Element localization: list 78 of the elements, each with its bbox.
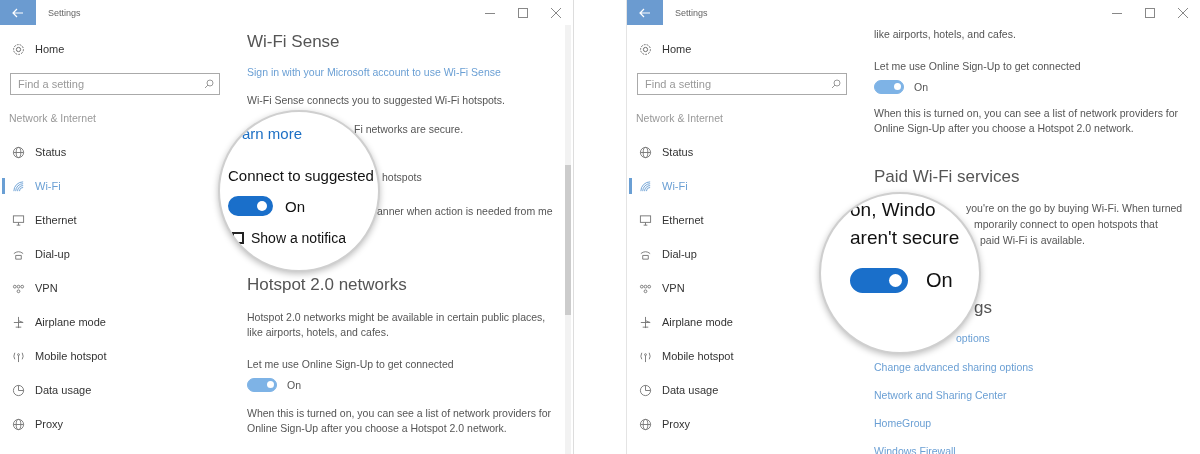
scrollbar[interactable]: [565, 25, 571, 454]
section-heading: Wi-Fi Sense: [247, 31, 340, 53]
description-text: like airports, hotels, and cafes.: [874, 28, 1016, 40]
description-text: When this is turned on, you can see a list of network providers for Online Sign-Up after you choose a Hotspot 2.0 network.: [247, 406, 553, 436]
gear-icon: [12, 42, 25, 56]
description-text: Hotspot 2.0 networks might be available in certain public places, like airports, hotels, and cafes.: [247, 310, 547, 340]
description-text: anner when action is needed from me: [377, 205, 553, 217]
airplane-icon: [639, 315, 652, 329]
nav-item[interactable]: Proxy: [627, 407, 691, 441]
maximize-icon[interactable]: [518, 7, 528, 18]
globe-icon: [12, 145, 25, 159]
description-text: hotspots: [382, 171, 422, 183]
magnified-text: aren't secure: [850, 227, 960, 248]
description-text: Wi-Fi Sense connects you to suggested Wi-Fi hotspots.: [247, 94, 505, 106]
toggle-state: On: [285, 197, 305, 215]
magnified-text: Connect to suggested: [228, 167, 374, 184]
toggle-switch[interactable]: [228, 196, 273, 216]
toggle-switch[interactable]: [850, 268, 908, 293]
nav-item[interactable]: Data usage: [627, 373, 719, 407]
gear-icon: [639, 42, 652, 56]
nav-item[interactable]: Ethernet: [627, 203, 704, 237]
nav-item[interactable]: VPN: [0, 271, 58, 305]
description-text: Let me use Online Sign-Up to get connected: [247, 358, 454, 370]
pie-chart-icon: [639, 383, 652, 397]
section-heading: Paid Wi-Fi services: [874, 166, 1020, 188]
description-text: you're on the go by buying Wi-Fi. When turned: [966, 202, 1183, 214]
description-text: Fi networks are secure.: [354, 123, 464, 135]
globe-icon: [639, 417, 652, 431]
toggle-state: On: [287, 379, 301, 391]
nav-item[interactable]: Status: [0, 135, 67, 169]
back-button[interactable]: [0, 0, 36, 25]
nav-item[interactable]: Mobile hotspot: [627, 339, 734, 373]
search-icon: [831, 79, 841, 89]
nav-item[interactable]: Ethernet: [0, 203, 77, 237]
toggle-state: On: [914, 81, 928, 93]
checkbox-label: Show a notifica: [251, 230, 346, 246]
back-arrow-icon: [12, 7, 24, 18]
back-button[interactable]: [627, 0, 663, 25]
section-label: Network & Internet: [636, 111, 723, 126]
maximize-icon[interactable]: [1145, 7, 1155, 18]
nav-item[interactable]: Status: [627, 135, 694, 169]
nav-item[interactable]: Dial-up: [0, 237, 70, 271]
home-nav-item[interactable]: Home: [0, 38, 65, 60]
airplane-icon: [12, 315, 25, 329]
nav-item[interactable]: Proxy: [0, 407, 64, 441]
description-text: Let me use Online Sign-Up to get connected: [874, 60, 1081, 72]
window-title: Settings: [675, 7, 708, 18]
close-icon[interactable]: [551, 7, 561, 18]
nav-item[interactable]: Dial-up: [627, 237, 697, 271]
toggle-switch[interactable]: [247, 378, 277, 392]
description-text: mporarily connect to open hotspots that: [974, 218, 1158, 230]
window-title: Settings: [48, 7, 81, 18]
section-label: Network & Internet: [9, 111, 96, 126]
section-heading: gs: [974, 297, 992, 319]
nav-item[interactable]: Mobile hotspot: [0, 339, 107, 373]
monitor-icon: [639, 213, 652, 227]
home-nav-item[interactable]: Home: [627, 38, 692, 60]
wifi-icon: [639, 179, 652, 193]
search-field[interactable]: Find a setting: [10, 73, 220, 95]
search-field[interactable]: Find a setting: [637, 73, 847, 95]
globe-icon: [12, 417, 25, 431]
close-icon[interactable]: [1178, 7, 1188, 18]
section-heading: Hotspot 2.0 networks: [247, 274, 407, 296]
description-text: paid Wi-Fi is available.: [980, 234, 1086, 246]
nav-item[interactable]: Airplane mode: [0, 305, 106, 339]
description-text: When this is turned on, you can see a list of network providers for Online Sign-Up after you choose a Hotspot 2.0 network.: [874, 106, 1180, 136]
nav-item[interactable]: Airplane mode: [627, 305, 733, 339]
globe-icon: [639, 145, 652, 159]
monitor-icon: [12, 213, 25, 227]
back-arrow-icon: [639, 7, 651, 18]
nav-item[interactable]: Data usage: [0, 373, 92, 407]
nav-item[interactable]: VPN: [627, 271, 685, 305]
wifi-icon: [12, 179, 25, 193]
toggle-state: On: [926, 269, 953, 292]
pie-chart-icon: [12, 383, 25, 397]
toggle-switch[interactable]: [874, 80, 904, 94]
checkbox[interactable]: [232, 232, 244, 244]
search-icon: [204, 79, 214, 89]
